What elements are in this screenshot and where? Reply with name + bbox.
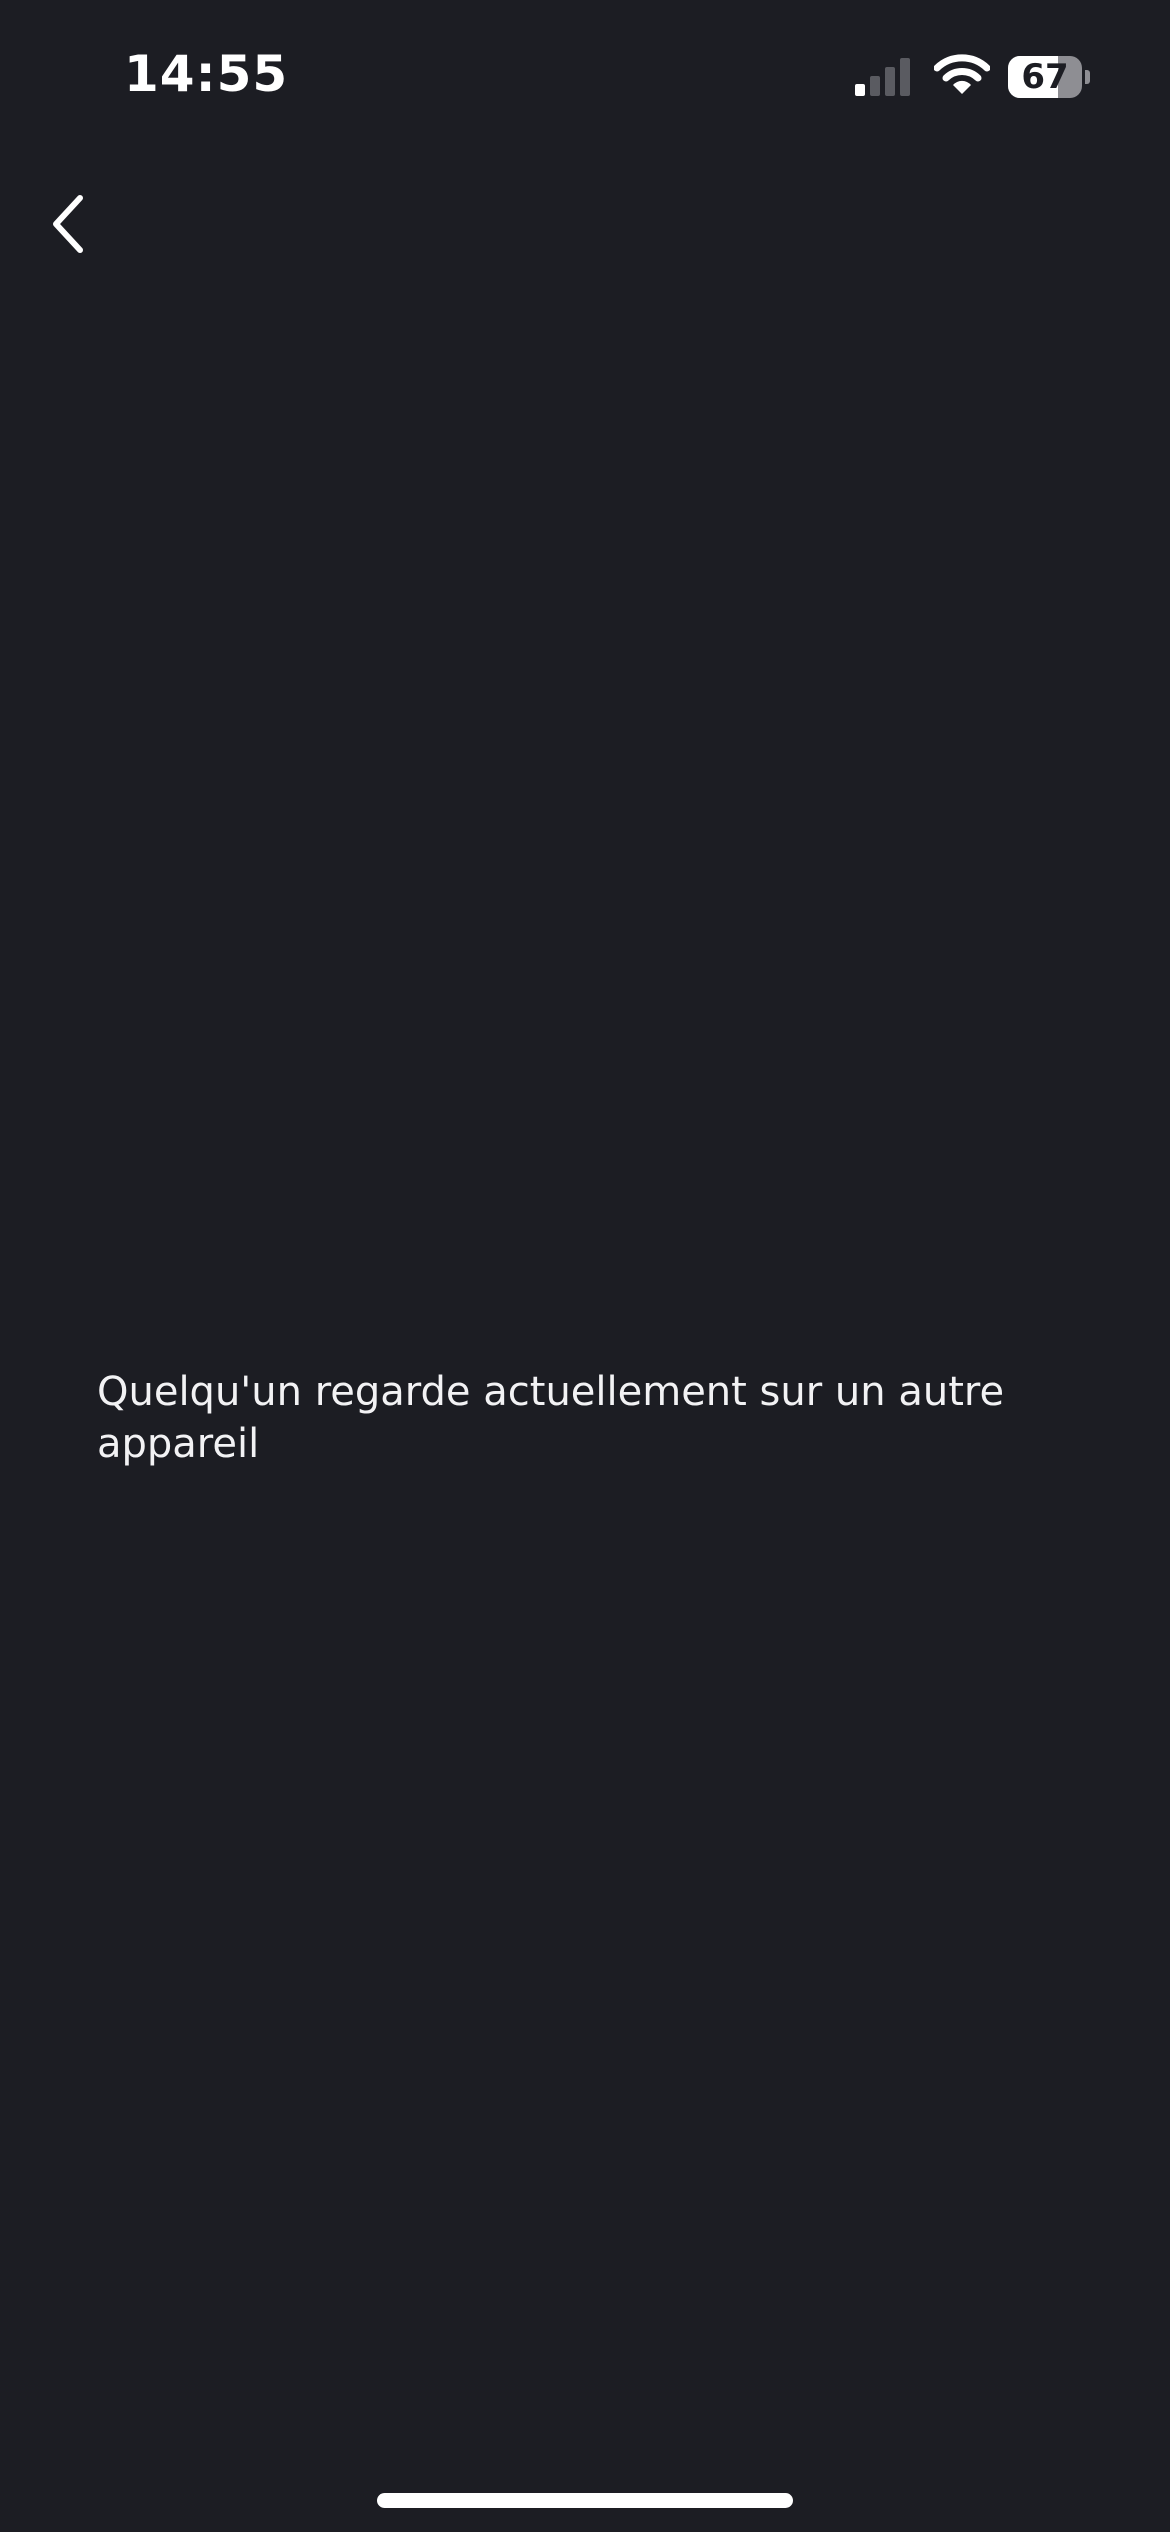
signal-bar [870,76,880,96]
back-button[interactable] [30,180,110,270]
battery-cap [1085,70,1090,84]
concurrent-viewing-message: Quelqu'un regarde actuellement sur un au… [97,1369,1005,1467]
status-bar: 14:55 67 [0,0,1170,150]
signal-bar [885,67,895,96]
signal-bar [900,58,910,96]
wifi-icon [933,54,991,96]
signal-bar [855,84,865,96]
battery-level: 67 [1021,57,1069,97]
status-time: 14:55 [124,45,289,103]
chevron-left-icon [53,195,83,253]
battery-body: 67 [1008,56,1082,98]
cellular-signal-icon [855,56,915,96]
battery-icon: 67 [1008,56,1090,98]
home-indicator[interactable] [377,2493,793,2508]
